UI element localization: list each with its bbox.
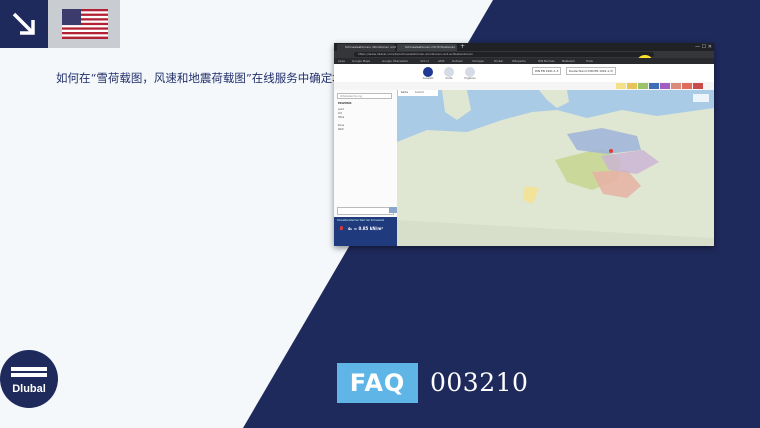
- faq-question: 如何在“雪荷载图，风速和地震荷载图”在线服务中确定地理坐标处的荷载?: [56, 71, 431, 85]
- map-tab[interactable]: Satellit: [412, 91, 427, 94]
- faq-badge: FAQ: [337, 363, 418, 403]
- zone-chip[interactable]: [693, 83, 703, 89]
- sidebar-input[interactable]: [337, 207, 394, 215]
- zone-chip[interactable]: [649, 83, 659, 89]
- url-field[interactable]: https://www.dlubal.com/de/schneelastzone…: [354, 52, 654, 57]
- zone-chip[interactable]: [682, 83, 692, 89]
- sidebar-row: Höhe: [338, 116, 345, 119]
- nav-button-map[interactable]: [444, 67, 454, 77]
- us-flag-icon: [62, 9, 108, 39]
- location-search-input[interactable]: Ortsbezeichnung: [337, 93, 392, 99]
- address-bar: https://www.dlubal.com/de/schneelastzone…: [334, 51, 714, 65]
- map-tab[interactable]: Karte: [398, 91, 411, 94]
- zone-chip[interactable]: [660, 83, 670, 89]
- map-view[interactable]: [397, 90, 714, 246]
- zone-chip[interactable]: [638, 83, 648, 89]
- nav-label: Karte: [445, 77, 453, 80]
- tab-label: Schneelastzonen mit Erdbebenzo: [405, 45, 456, 49]
- sidebar-row: Wert: [338, 128, 344, 131]
- browser-tab-active[interactable]: Schneelastzonen mit Erdbebenzo: [397, 44, 457, 51]
- sidebar-heading: ERGEBNIS: [338, 102, 352, 105]
- app-header: Auswahl Karte Ergebnis DIN EN 1991-1-3 D…: [334, 64, 714, 83]
- annex-select[interactable]: Deutschland (DIN EN 1991-1-3): [566, 67, 617, 75]
- nav-label: Ergebnis: [464, 77, 476, 80]
- tab-label: Schneelastzonen, Windzonen und: [345, 45, 396, 49]
- norm-select[interactable]: DIN EN 1991-1-3: [532, 67, 562, 75]
- zone-toolbar: [334, 82, 714, 90]
- result-label: Charakteristischer Wert der Schneelast: [337, 219, 384, 222]
- window-controls[interactable]: — ☐ ✕: [695, 43, 712, 51]
- dlubal-logo-mark: [0, 350, 58, 408]
- sidebar-row: Land: [338, 108, 344, 111]
- zone-chip[interactable]: [627, 83, 637, 89]
- logo-text: Dlubal: [12, 383, 46, 395]
- result-box: Charakteristischer Wert der Schneelast s…: [334, 217, 397, 246]
- faq-number: 003210: [430, 368, 529, 397]
- sidebar-row: Ort: [338, 112, 342, 115]
- result-value: sₖ = 0.85 kN/m²: [348, 226, 384, 231]
- browser-tab-bar: Schneelastzonen, Windzonen und Schneelas…: [334, 43, 714, 51]
- location-pin-icon: [340, 226, 343, 230]
- arrow-icon-box: [0, 0, 48, 48]
- language-switcher[interactable]: [0, 0, 120, 48]
- nav-button-selection[interactable]: [423, 67, 433, 77]
- browser-screenshot: Schneelastzonen, Windzonen und Schneelas…: [334, 43, 714, 246]
- zone-chip[interactable]: [616, 83, 626, 89]
- sidebar-row: Zone: [338, 124, 345, 127]
- arrow-down-right-icon: [12, 12, 35, 35]
- browser-tab[interactable]: Schneelastzonen, Windzonen und: [337, 44, 396, 51]
- sidebar-go-button[interactable]: [389, 207, 397, 213]
- sidebar-panel: Ortsbezeichnung ERGEBNIS Land Ort Höhe Z…: [334, 90, 398, 246]
- nav-button-result[interactable]: [465, 67, 475, 77]
- zone-chip[interactable]: [671, 83, 681, 89]
- map-type-tabs[interactable]: Karte Satellit: [398, 90, 438, 96]
- nav-label: Auswahl: [422, 77, 434, 80]
- new-tab-icon[interactable]: +: [460, 43, 465, 51]
- dlubal-logo[interactable]: Dlubal: [0, 349, 58, 409]
